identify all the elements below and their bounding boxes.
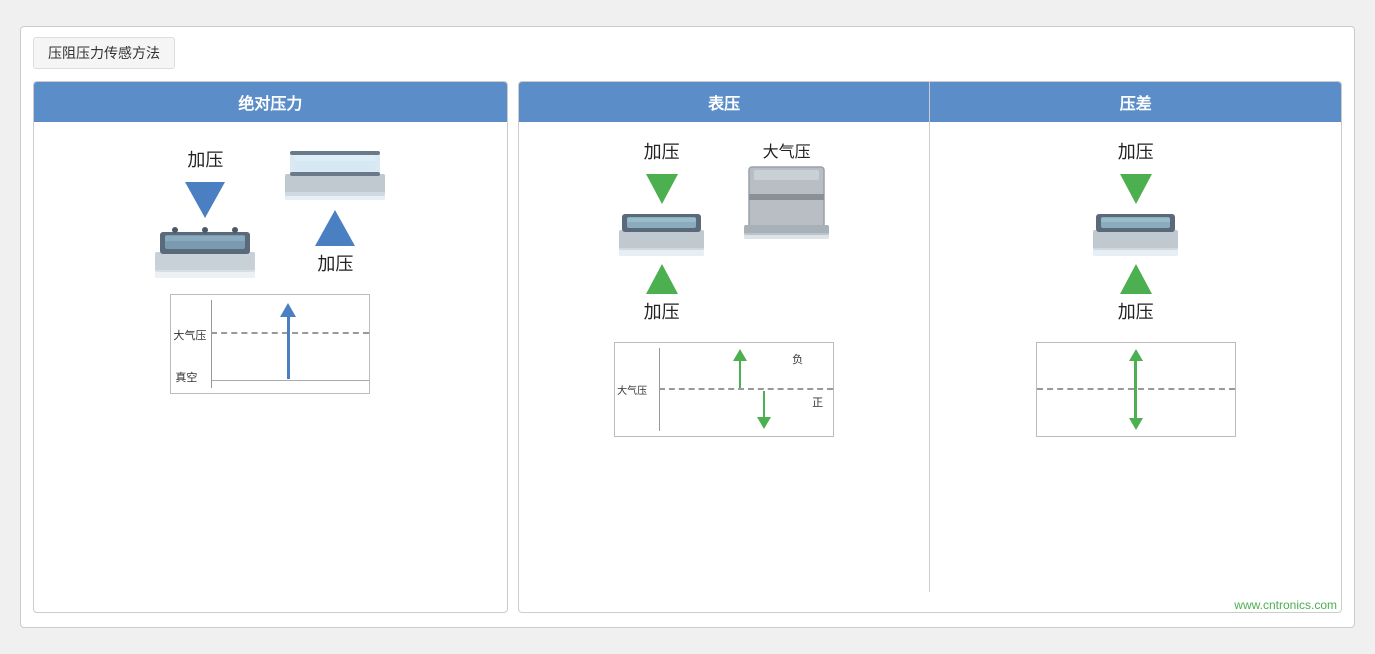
absolute-chart-arrow-container	[280, 303, 296, 379]
diff-bidir-arrow	[1129, 349, 1143, 430]
diff-down-arrowhead	[1129, 418, 1143, 430]
panel-right-group: 表压 加压	[518, 81, 1342, 613]
absolute-header: 绝对压力	[34, 82, 507, 122]
absolute-chart-arrow-up	[280, 303, 296, 317]
arrow-down-blue-left	[185, 182, 225, 218]
watermark: www.cntronics.com	[519, 598, 1341, 612]
gauge-sensor-svg	[614, 208, 709, 260]
absolute-sensor-left: 加压	[150, 146, 260, 282]
gauge-neg-label: 负	[792, 351, 803, 367]
absolute-atm-label: 大气压	[173, 327, 206, 343]
gauge-pressurize-bottom: 加压	[644, 298, 680, 324]
absolute-sensors-row: 加压	[150, 146, 390, 282]
gauge-pressurize-top: 加压	[644, 138, 680, 164]
panels-row: 绝对压力 加压	[33, 81, 1342, 613]
absolute-body: 加压	[34, 122, 507, 612]
absolute-y-axis	[211, 300, 212, 388]
gauge-chart: 大气压 负	[614, 342, 834, 437]
absolute-sensor-right: 加压	[280, 146, 390, 282]
gauge-atm-chart-label: 大气压	[617, 382, 647, 397]
gauge-sensor-right: 大气压	[739, 138, 834, 242]
gauge-top-section: 加压 加压	[614, 138, 834, 330]
panel-gauge: 表压 加压	[519, 82, 931, 592]
panel-right-top: 表压 加压	[519, 82, 1341, 592]
diff-sensor: 加压 加压	[1088, 138, 1183, 330]
gauge-header: 表压	[519, 82, 930, 122]
diff-body: 加压 加压	[930, 122, 1341, 447]
sensor-svg-right	[280, 146, 390, 206]
gauge-down-stem	[763, 391, 766, 416]
sensor-svg-left	[150, 222, 260, 282]
diff-pressurize-bottom: 加压	[1118, 298, 1154, 324]
gauge-body: 加压 加压	[519, 122, 930, 447]
absolute-pressurize-top: 加压	[187, 146, 223, 172]
gauge-negative-arrow	[757, 391, 771, 428]
arrow-up-blue	[315, 210, 355, 246]
diff-chart	[1036, 342, 1236, 437]
panel-diff: 压差 加压	[930, 82, 1341, 592]
diff-up-arrowhead	[1129, 349, 1143, 361]
absolute-chart-arrow-stem	[287, 317, 290, 379]
absolute-vacuum-label: 真空	[175, 369, 197, 385]
diff-sensor-section: 加压 加压	[1088, 138, 1183, 330]
panel-absolute: 绝对压力 加压	[33, 81, 508, 613]
diff-pressurize-top: 加压	[1118, 138, 1154, 164]
diff-arrow-up	[1120, 264, 1152, 294]
gauge-up-stem	[739, 361, 742, 388]
gauge-up-arrowhead	[733, 349, 747, 361]
absolute-pressurize-bottom: 加压	[317, 250, 353, 276]
gauge-y-axis	[659, 348, 660, 431]
gauge-arrow-up-bottom	[646, 264, 678, 294]
absolute-vacuum-line	[211, 380, 369, 381]
gauge-positive-arrow	[733, 349, 747, 388]
gauge-sensor-left: 加压 加压	[614, 138, 709, 330]
diff-sensor-svg	[1088, 208, 1183, 260]
gauge-pos-label: 正	[812, 394, 823, 410]
page-title: 压阻压力传感方法	[33, 37, 175, 69]
absolute-chart: 大气压 真空	[170, 294, 370, 394]
gauge-atm-label: 大气压	[763, 138, 811, 162]
diff-arrow-down	[1120, 174, 1152, 204]
diff-stem	[1134, 361, 1137, 418]
diff-header: 压差	[930, 82, 1341, 122]
gauge-down-arrowhead	[757, 417, 771, 429]
gauge-arrow-down	[646, 174, 678, 204]
main-container: 压阻压力传感方法 绝对压力 加压	[20, 26, 1355, 628]
gauge-atm-sensor-svg	[739, 162, 834, 242]
